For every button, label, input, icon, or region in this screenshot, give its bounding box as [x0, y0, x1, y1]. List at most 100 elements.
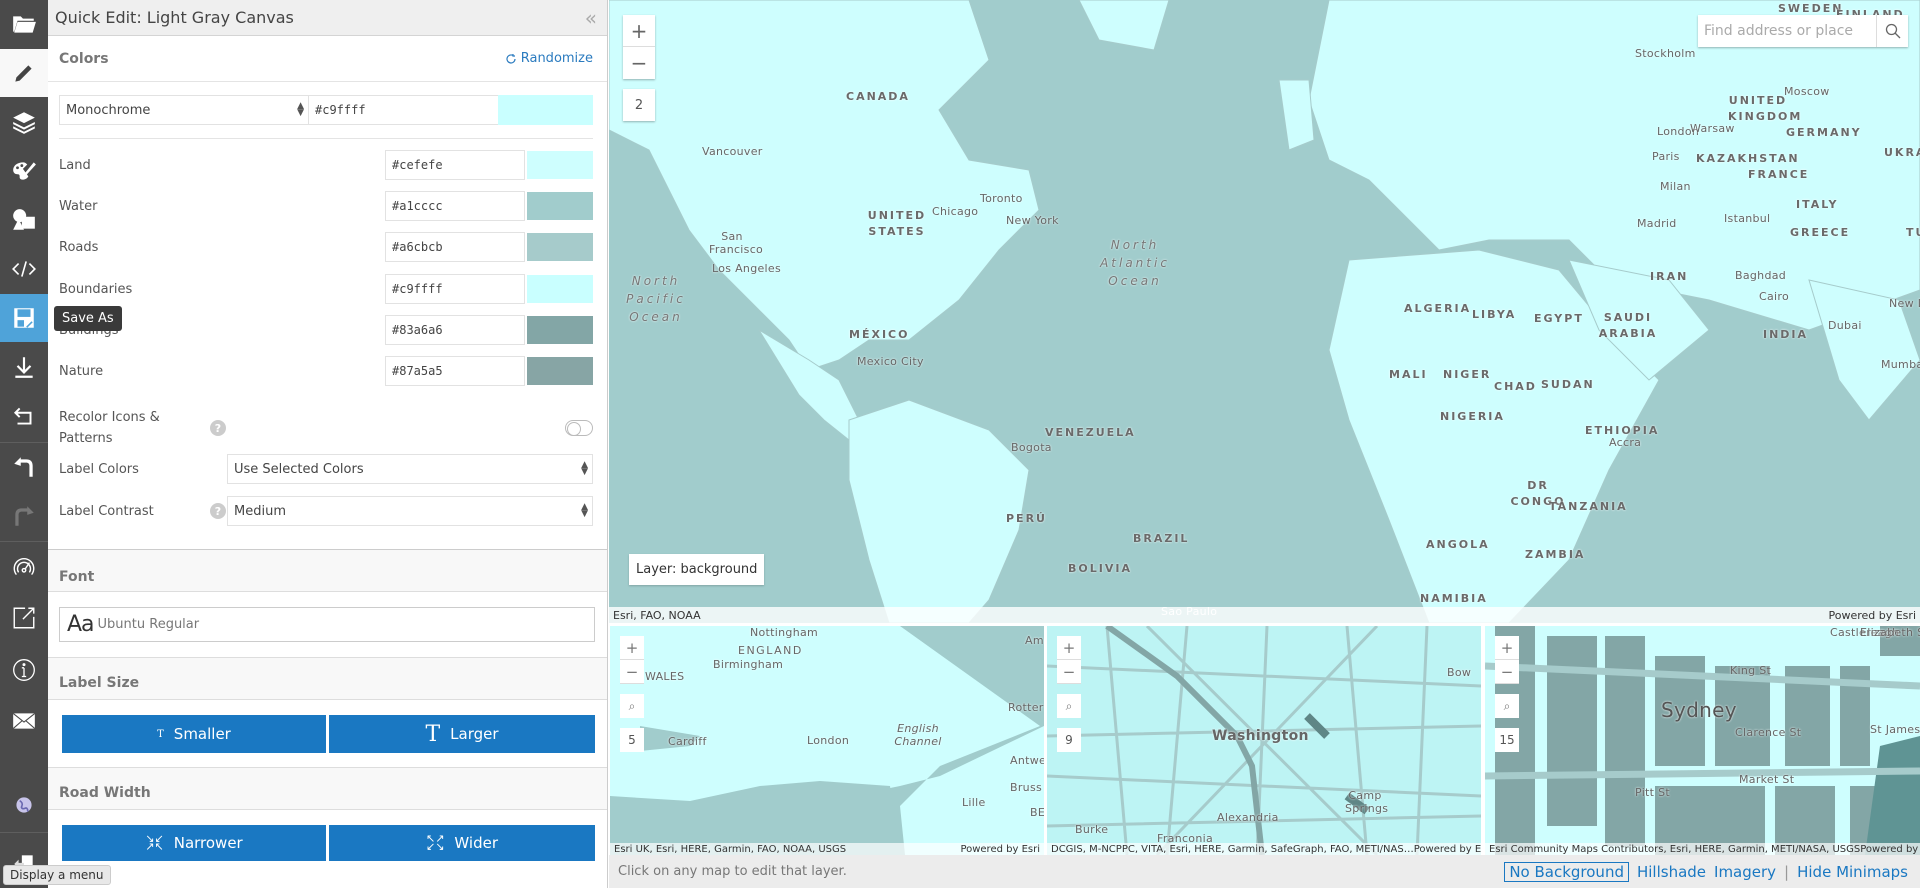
zoom-in-button[interactable]: +: [623, 15, 655, 47]
download-icon: [15, 357, 33, 378]
color-swatch[interactable]: [527, 192, 593, 220]
country-label: UNITED STATES: [867, 209, 927, 238]
minimap-zoom-level: 5: [620, 728, 644, 752]
feedback-button[interactable]: [0, 697, 48, 745]
divider: [59, 138, 593, 139]
main-map[interactable]: CANADA UNITED STATES MÉXICO VENEZUELA PERÚ BR…: [609, 0, 1920, 623]
undo-icon: [14, 457, 33, 477]
search-icon[interactable]: ⌕: [1495, 694, 1519, 718]
color-swatch[interactable]: [527, 275, 593, 303]
mode-hex-input[interactable]: #c9ffff: [309, 95, 499, 125]
save-as-button[interactable]: [0, 294, 48, 342]
randomize-label: Randomize: [520, 51, 593, 66]
attribution-text: Esri Community Maps Contributors, Esri, …: [1489, 843, 1861, 855]
hide-minimaps-link[interactable]: Hide Minimaps: [1797, 863, 1908, 881]
open-button[interactable]: [0, 0, 48, 48]
revert-button[interactable]: [0, 392, 48, 440]
attribution-text: DCGIS, M-NCPPC, VITA, Esri, HERE, Garmin…: [1051, 843, 1414, 855]
search-input[interactable]: [1698, 15, 1876, 47]
search-icon[interactable]: ⌕: [620, 694, 644, 718]
color-swatch[interactable]: [527, 316, 593, 344]
font-section-title: Font: [59, 568, 95, 585]
powered-by[interactable]: Powered by Esri: [1828, 609, 1916, 622]
zoom-in-button[interactable]: +: [1495, 636, 1519, 660]
zoom-out-button[interactable]: −: [1057, 660, 1081, 684]
share-button[interactable]: [0, 594, 48, 642]
zoom-out-button[interactable]: −: [623, 47, 655, 79]
wider-roads-button[interactable]: ↖↗ ↙↘ Wider: [329, 825, 595, 861]
help-icon[interactable]: ?: [210, 420, 226, 436]
powered-by[interactable]: Powered by Esri: [1860, 844, 1920, 855]
narrower-roads-button[interactable]: ↘↙ ↗↖ Narrower: [62, 825, 326, 861]
color-row-land: Land #cefefe: [59, 150, 593, 180]
app-root: Quick Edit: Light Gray Canvas « Colors R…: [0, 0, 1920, 888]
minimap-sydney[interactable]: Sydney King St Market St Pitt St Clarence St…: [1485, 626, 1920, 855]
city-label: Moscow: [1784, 85, 1830, 98]
city-label: Vancouver: [702, 145, 763, 158]
about-button[interactable]: [0, 646, 48, 694]
search-button[interactable]: [1876, 15, 1908, 47]
zoom-in-button[interactable]: +: [1057, 636, 1081, 660]
edit-button[interactable]: [0, 49, 48, 97]
city-label: Stockholm: [1635, 47, 1696, 60]
label-colors-value: Use Selected Colors: [234, 461, 364, 477]
minimap-uk[interactable]: Nottingham ENGLAND Birmingham WALES Cardiff L…: [610, 626, 1044, 855]
powered-by[interactable]: Powered by Esri: [1414, 844, 1481, 855]
hex-input[interactable]: #a1cccc: [385, 191, 525, 221]
icons-button[interactable]: [0, 196, 48, 244]
color-swatch[interactable]: [527, 357, 593, 385]
hex-input[interactable]: #83a6a6: [385, 315, 525, 345]
font-picker[interactable]: Aa Ubuntu Regular: [59, 607, 595, 642]
recolor-toggle[interactable]: [565, 420, 593, 436]
minimap-attribution: Esri UK, Esri, HERE, Garmin, FAO, NOAA, …: [610, 843, 1044, 855]
powered-by[interactable]: Powered by Esri: [960, 844, 1040, 855]
color-swatch[interactable]: [527, 233, 593, 261]
globe-button[interactable]: [0, 781, 48, 829]
color-swatch[interactable]: [527, 151, 593, 179]
city-label: Madrid: [1637, 217, 1677, 230]
revert-icon: [13, 407, 32, 425]
minimap-washington[interactable]: Washington Alexandria Camp Springs Burke Fra…: [1047, 626, 1481, 855]
zoom-in-button[interactable]: +: [620, 636, 644, 660]
label-contrast-value: Medium: [234, 503, 286, 519]
country-label: UKRAINE: [1884, 146, 1920, 159]
randomize-button[interactable]: Randomize: [505, 51, 593, 66]
minimap-label: Antwe: [1010, 754, 1044, 767]
hex-input[interactable]: #87a5a5: [385, 356, 525, 386]
collapse-panel-button[interactable]: «: [585, 6, 597, 30]
smaller-labels-button[interactable]: T Smaller: [62, 715, 326, 753]
hex-input[interactable]: #cefefe: [385, 150, 525, 180]
code-icon: [12, 261, 36, 277]
country-label: BOLIVIA: [1068, 562, 1132, 575]
zoom-out-button[interactable]: −: [620, 660, 644, 684]
larger-labels-button[interactable]: T Larger: [329, 715, 595, 753]
no-background-option[interactable]: No Background: [1504, 862, 1629, 882]
hillshade-option[interactable]: Hillshade: [1637, 863, 1706, 881]
color-row-label: Roads: [59, 239, 99, 255]
city-label: Warsaw: [1690, 122, 1735, 135]
redo-button[interactable]: [0, 492, 48, 540]
json-button[interactable]: [0, 245, 48, 293]
hex-input[interactable]: #c9ffff: [385, 274, 525, 304]
country-label: MALI: [1389, 368, 1428, 381]
help-icon[interactable]: ?: [210, 503, 226, 519]
undo-button[interactable]: [0, 443, 48, 491]
styles-button[interactable]: [0, 147, 48, 195]
layers-button[interactable]: [0, 98, 48, 146]
imagery-option[interactable]: Imagery: [1714, 863, 1776, 881]
save-as-tooltip: Save As: [54, 306, 122, 331]
color-mode-select[interactable]: Monochrome ▲ ▼: [59, 95, 309, 125]
hex-input[interactable]: #a6cbcb: [385, 232, 525, 262]
performance-button[interactable]: [0, 543, 48, 591]
mode-color-swatch[interactable]: [498, 95, 593, 125]
panel-header: Quick Edit: Light Gray Canvas «: [48, 0, 607, 36]
label-contrast-select[interactable]: Medium ▲ ▼: [227, 496, 593, 526]
label-colors-select[interactable]: Use Selected Colors ▲ ▼: [227, 454, 593, 484]
rail-divider: [0, 832, 48, 833]
download-button[interactable]: [0, 343, 48, 391]
search-icon[interactable]: ⌕: [1057, 694, 1081, 718]
minimap-zoom-level: 9: [1057, 728, 1081, 752]
zoom-out-button[interactable]: −: [1495, 660, 1519, 684]
font-sample: Aa: [67, 612, 95, 637]
refresh-icon: [506, 53, 516, 64]
